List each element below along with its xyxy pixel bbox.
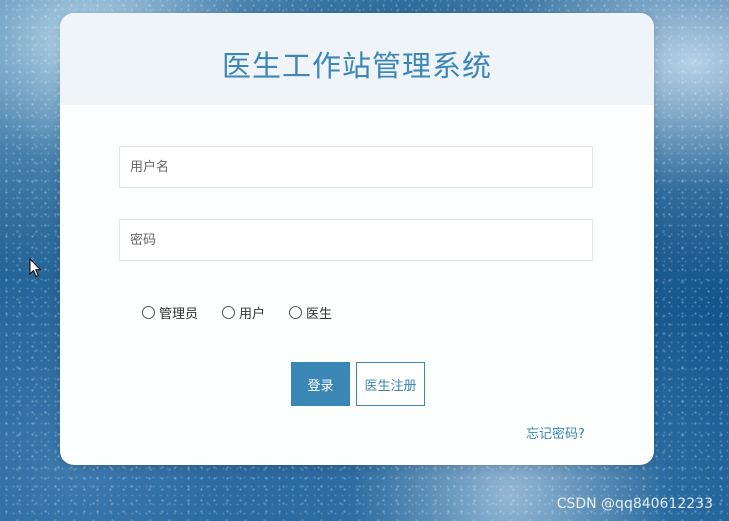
role-label-admin: 管理员	[159, 307, 199, 322]
radio-unchecked-icon[interactable]	[222, 306, 236, 319]
role-label-doctor: 医生	[306, 307, 333, 322]
password-field[interactable]	[119, 219, 593, 261]
mouse-pointer-icon	[29, 257, 43, 282]
role-option-user[interactable]: 用户	[222, 303, 265, 322]
login-button[interactable]: 登录	[291, 362, 350, 406]
radio-unchecked-icon[interactable]	[289, 306, 303, 319]
role-option-doctor[interactable]: 医生	[289, 303, 332, 322]
role-selector: 管理员 用户 医生	[142, 303, 356, 322]
login-card: 医生工作站管理系统 管理员 用户 医生 登录 医生注册 忘记密码?	[60, 13, 654, 465]
username-input[interactable]	[120, 147, 592, 187]
doctor-register-button[interactable]: 医生注册	[356, 362, 425, 406]
card-header: 医生工作站管理系统	[60, 13, 654, 105]
forgot-password-link[interactable]: 忘记密码?	[526, 423, 585, 442]
password-input[interactable]	[120, 220, 592, 260]
watermark: CSDN @qq840612233	[556, 496, 713, 512]
page-title: 医生工作站管理系统	[221, 49, 492, 83]
role-option-admin[interactable]: 管理员	[142, 303, 198, 322]
radio-unchecked-icon[interactable]	[142, 306, 155, 319]
role-label-user: 用户	[239, 307, 266, 322]
username-field[interactable]	[119, 146, 593, 188]
